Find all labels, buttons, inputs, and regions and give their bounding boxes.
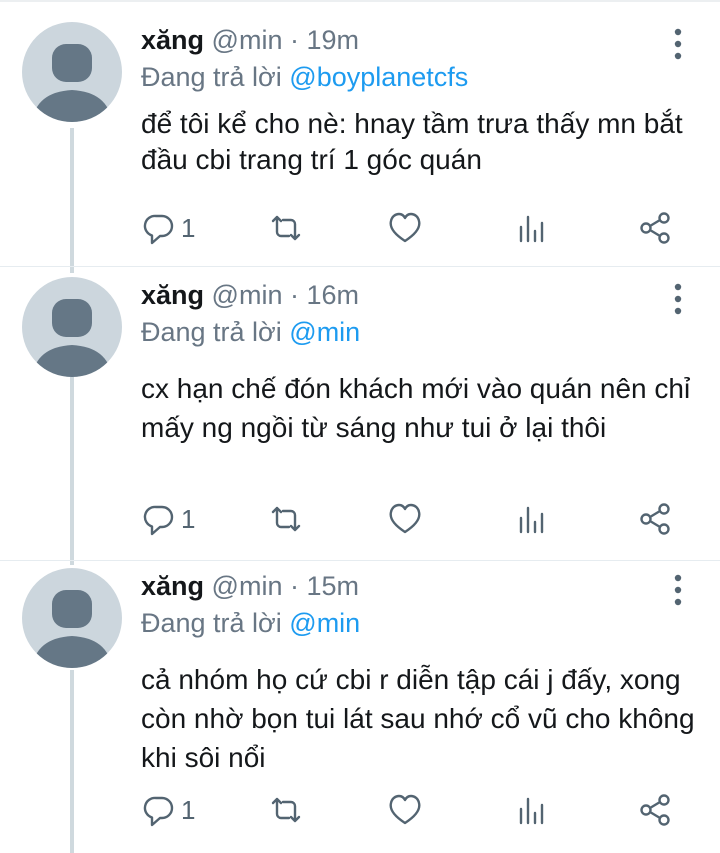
tweet[interactable]: xăng @min · 19m Đang trả lời @boyplanetc… [0,22,720,262]
reply-icon [143,214,174,245]
tweet-text: cả nhóm họ cứ cbi r diễn tập cái j đấy, … [141,664,695,773]
retweet-button[interactable] [268,790,304,830]
heart-icon [389,212,421,243]
mention-link[interactable]: @min [289,608,360,638]
retweet-button[interactable] [268,499,304,539]
reply-count: 1 [181,795,196,825]
mention-link[interactable]: @boyplanetcfs [289,62,468,92]
retweet-icon [271,506,301,532]
share-button[interactable] [638,208,672,248]
tweet-header: xăng @min · 15m [141,569,359,603]
share-button[interactable] [638,790,672,830]
default-avatar-icon [32,590,112,668]
reply-button[interactable]: 1 [143,790,203,830]
timestamp[interactable]: 16m [307,280,360,310]
avatar[interactable] [22,22,122,122]
tweet[interactable]: xăng @min · 16m Đang trả lời @min cx hạn… [0,277,720,557]
default-avatar-icon [32,44,112,122]
top-edge [0,0,720,2]
tweet-divider [0,560,720,561]
like-button[interactable] [388,790,422,830]
separator-dot: · [289,571,299,601]
share-icon [640,794,670,826]
action-bar: 1 [0,790,720,830]
tweet[interactable]: xăng @min · 15m Đang trả lời @min cả nhó… [0,568,720,853]
retweet-button[interactable] [268,208,304,248]
handle[interactable]: @min [212,25,283,55]
tweet-header: xăng @min · 16m [141,278,359,312]
handle[interactable]: @min [212,280,283,310]
share-button[interactable] [638,499,672,539]
action-bar: 1 [0,208,720,248]
display-name[interactable]: xăng [141,25,204,55]
replying-prefix: Đang trả lời [141,608,282,638]
views-chart-icon [519,506,544,534]
views-chart-icon [519,797,544,825]
reply-count: 1 [181,504,196,534]
views-chart-icon [519,215,544,243]
avatar[interactable] [22,277,122,377]
more-vertical-icon[interactable] [664,572,692,608]
retweet-icon [271,797,301,823]
separator-dot: · [289,280,299,310]
replying-prefix: Đang trả lời [141,62,282,92]
replying-to: Đang trả lời @min [141,315,360,349]
replying-prefix: Đang trả lời [141,317,282,347]
like-button[interactable] [388,208,422,248]
handle[interactable]: @min [212,571,283,601]
retweet-icon [271,215,301,241]
more-vertical-icon[interactable] [664,281,692,317]
timestamp[interactable]: 15m [307,571,360,601]
tweet-text: để tôi kể cho nè: hnay tầm trưa thấy mn … [141,108,683,175]
mention-link[interactable]: @min [289,317,360,347]
share-icon [640,503,670,535]
avatar[interactable] [22,568,122,668]
tweet-text: cx hạn chế đón khách mới vào quán nên ch… [141,373,691,443]
views-button[interactable] [517,790,545,830]
display-name[interactable]: xăng [141,280,204,310]
heart-icon [389,794,421,825]
tweet-header: xăng @min · 19m [141,23,359,57]
views-button[interactable] [517,499,545,539]
reply-icon [143,505,174,536]
separator-dot: · [289,25,299,55]
views-button[interactable] [517,208,545,248]
reply-icon [143,796,174,827]
timestamp[interactable]: 19m [307,25,360,55]
reply-count: 1 [181,213,196,243]
default-avatar-icon [32,299,112,377]
heart-icon [389,503,421,534]
reply-button[interactable]: 1 [143,499,203,539]
replying-to: Đang trả lời @min [141,606,360,640]
reply-button[interactable]: 1 [143,208,203,248]
replying-to: Đang trả lời @boyplanetcfs [141,60,468,94]
share-icon [640,212,670,244]
tweet-divider [0,266,720,267]
more-vertical-icon[interactable] [664,26,692,62]
display-name[interactable]: xăng [141,571,204,601]
action-bar: 1 [0,499,720,539]
like-button[interactable] [388,499,422,539]
